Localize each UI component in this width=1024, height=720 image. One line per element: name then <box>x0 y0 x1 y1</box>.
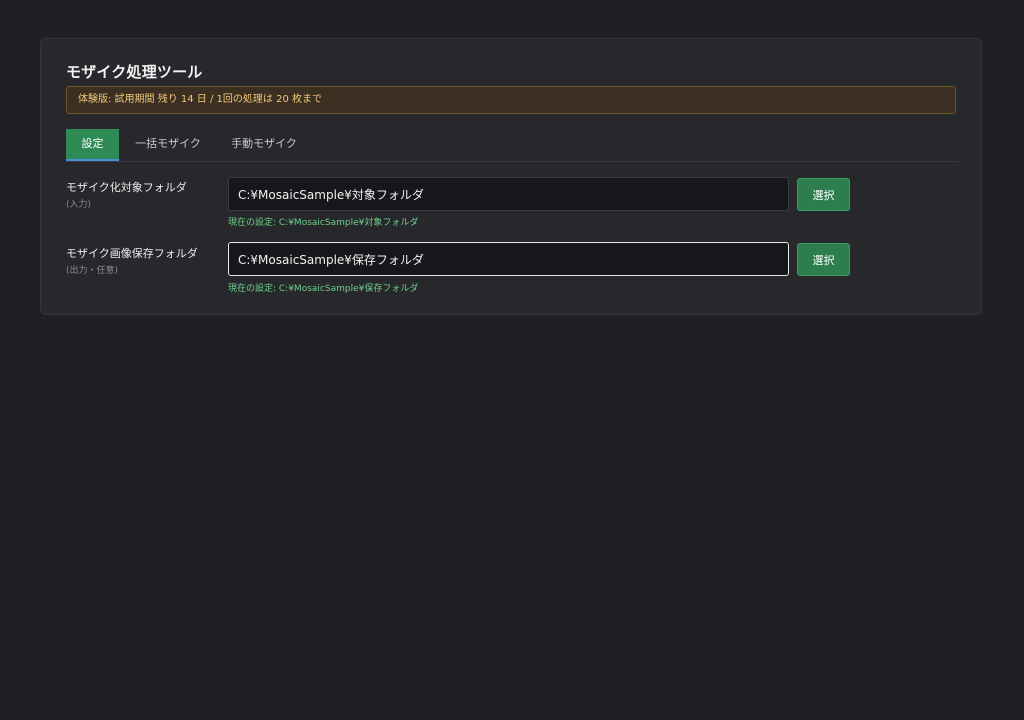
output-folder-current: 現在の設定: C:¥MosaicSample¥保存フォルダ <box>228 284 419 294</box>
main-panel: モザイク処理ツール 体験版: 試用期間 残り 14 日 / 1回の処理は 20 … <box>40 38 982 315</box>
input-folder-label: モザイク化対象フォルダ <box>66 181 187 194</box>
input-folder-select-button[interactable]: 選択 <box>797 178 850 211</box>
tab-settings[interactable]: 設定 <box>66 129 119 161</box>
input-folder-field[interactable] <box>228 177 789 211</box>
input-folder-sublabel: (入力) <box>66 200 92 210</box>
app-title: モザイク処理ツール <box>66 63 203 81</box>
output-folder-field[interactable] <box>228 242 789 276</box>
tab-batch-mosaic[interactable]: 一括モザイク <box>128 129 208 161</box>
tab-bar: 設定 一括モザイク 手動モザイク <box>66 129 958 162</box>
trial-banner: 体験版: 試用期間 残り 14 日 / 1回の処理は 20 枚まで <box>66 86 956 114</box>
output-folder-sublabel: (出力・任意) <box>66 266 119 276</box>
output-folder-label: モザイク画像保存フォルダ <box>66 247 198 260</box>
tab-manual-mosaic[interactable]: 手動モザイク <box>224 129 304 161</box>
output-folder-select-button[interactable]: 選択 <box>797 243 850 276</box>
input-folder-current: 現在の設定: C:¥MosaicSample¥対象フォルダ <box>228 218 419 228</box>
